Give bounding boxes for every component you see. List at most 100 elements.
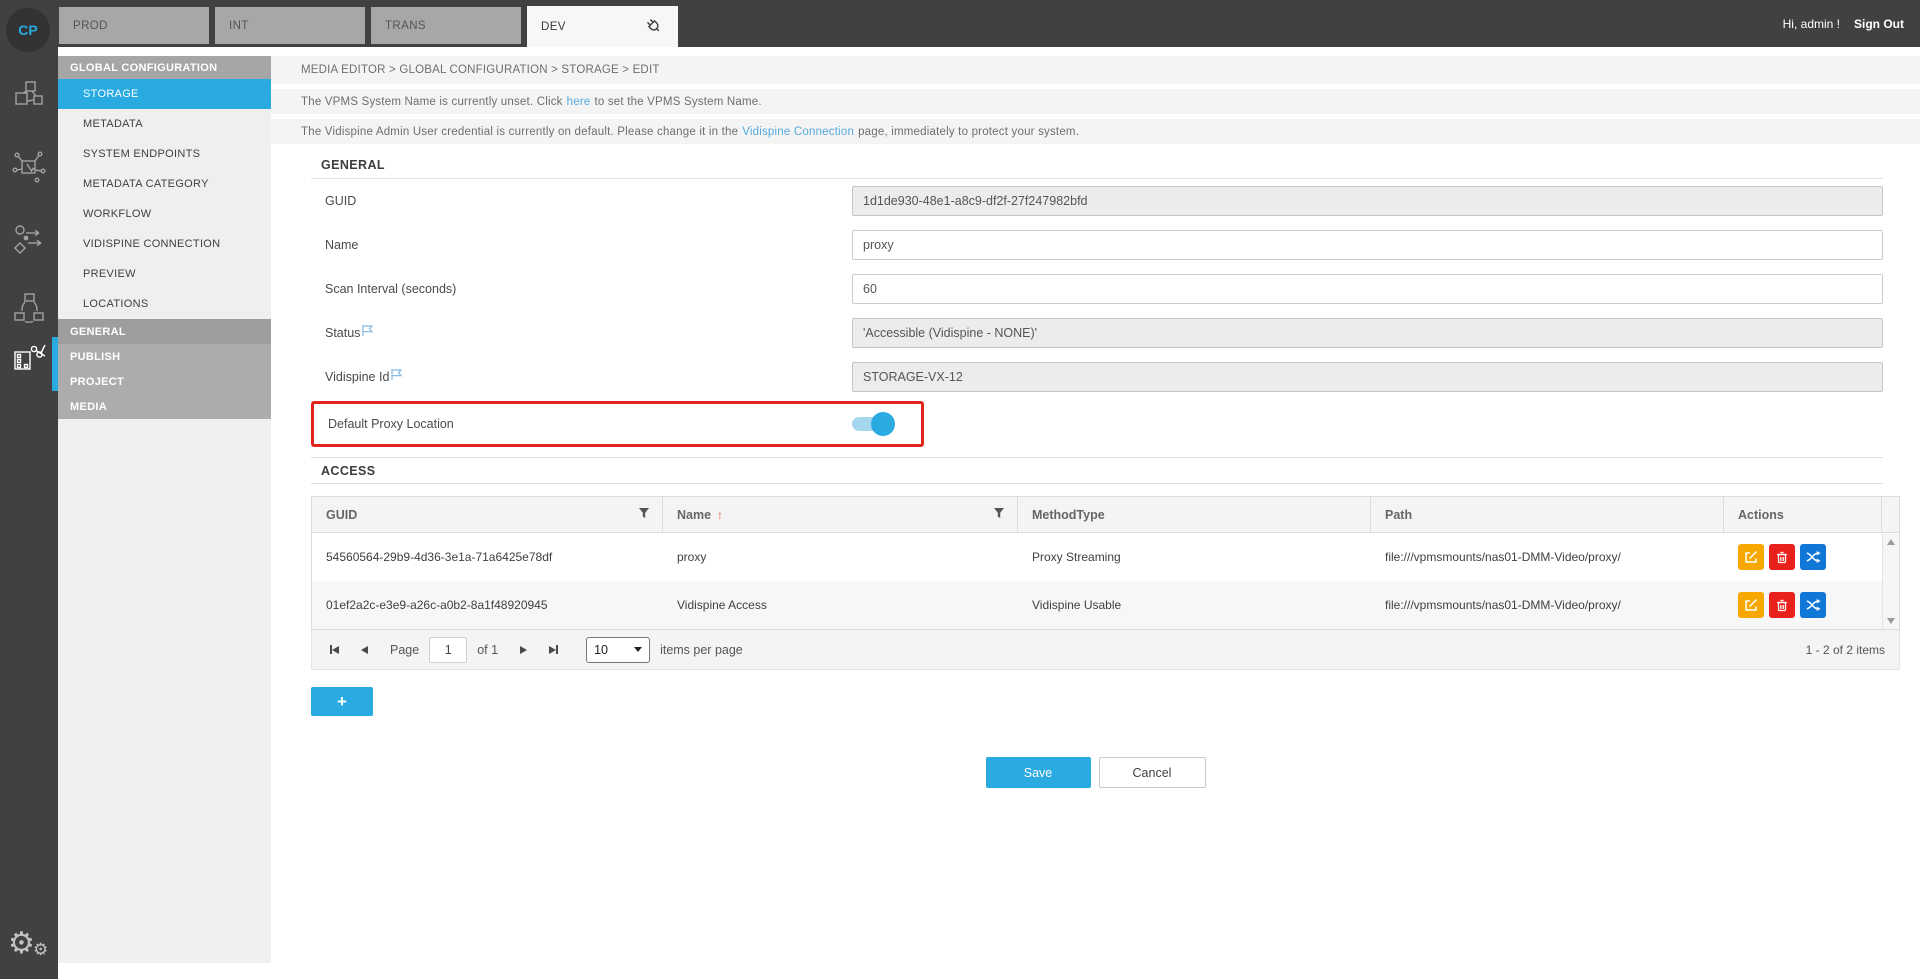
sidenav-item-storage[interactable]: STORAGE	[58, 79, 271, 109]
settings-gears-icon[interactable]: ⚙ ⚙	[6, 920, 54, 966]
sidenav-section-general[interactable]: GENERAL	[58, 319, 271, 344]
next-page-button[interactable]	[520, 645, 528, 654]
general-section-title: GENERAL	[321, 158, 385, 172]
shuffle-row-button[interactable]	[1800, 592, 1826, 618]
sidenav-item-vidispine-connection[interactable]: VIDISPINE CONNECTION	[58, 229, 271, 259]
cancel-button[interactable]: Cancel	[1098, 757, 1206, 788]
scroll-down-icon[interactable]	[1887, 618, 1895, 624]
last-page-button[interactable]	[549, 645, 559, 654]
scroll-up-icon[interactable]	[1887, 539, 1895, 545]
save-button[interactable]: Save	[985, 757, 1091, 788]
cp-logo: CP	[6, 8, 50, 52]
cell-guid: 01ef2a2c-e3e9-a26c-a0b2-8a1f48920945	[326, 598, 548, 612]
tab-trans[interactable]: TRANS	[371, 7, 521, 44]
default-proxy-location-toggle[interactable]	[852, 412, 895, 436]
integration-network-icon[interactable]	[11, 148, 47, 184]
divider	[311, 483, 1883, 484]
edit-row-button[interactable]	[1738, 544, 1764, 570]
sidenav-section-project[interactable]: PROJECT	[58, 369, 271, 394]
sidenav-item-metadata[interactable]: METADATA	[58, 109, 271, 139]
page-number-input[interactable]	[429, 636, 468, 663]
vidispine-id-label: Vidispine Id	[311, 368, 852, 384]
delete-row-button[interactable]	[1769, 544, 1795, 570]
first-page-button[interactable]	[330, 645, 339, 654]
name-label: Name	[325, 238, 359, 252]
column-header-path[interactable]: Path	[1371, 497, 1724, 532]
toggle-knob	[871, 412, 895, 436]
column-header-name[interactable]: Name ↑	[663, 497, 1018, 532]
set-vpms-name-link[interactable]: here	[567, 96, 591, 108]
edit-row-button[interactable]	[1738, 592, 1764, 618]
sidenav-item-preview[interactable]: PREVIEW	[58, 259, 271, 289]
access-section-title: ACCESS	[321, 464, 376, 478]
top-bar: PROD INT TRANS DEV Hi, admin ! Sign Out	[0, 0, 1920, 47]
environment-tabs: PROD INT TRANS DEV	[59, 6, 678, 47]
vidispine-id-flag-icon	[390, 368, 403, 384]
filter-icon[interactable]	[638, 507, 650, 522]
status-field-row: Status	[311, 311, 1883, 355]
cell-methodtype: Proxy Streaming	[1032, 550, 1121, 564]
assets-cubes-icon[interactable]	[11, 77, 47, 113]
sidenav-header-global-configuration: GLOBAL CONFIGURATION	[58, 56, 271, 79]
column-header-guid[interactable]: GUID	[312, 497, 663, 532]
table-row: 54560564-29b9-4d36-3e1a-71a6425e78df pro…	[312, 533, 1899, 581]
plug-icon	[645, 17, 662, 37]
workflow-icon[interactable]	[11, 220, 47, 256]
name-field-row: Name	[311, 223, 1883, 267]
default-proxy-location-highlight: Default Proxy Location	[311, 401, 924, 447]
scan-interval-label: Scan Interval (seconds)	[325, 282, 457, 296]
page-size-select[interactable]: 10	[586, 636, 651, 663]
sidenav-section-publish[interactable]: PUBLISH	[58, 344, 271, 369]
media-editor-icon[interactable]	[11, 340, 47, 376]
cell-name: Vidispine Access	[677, 598, 767, 612]
active-module-indicator	[52, 337, 58, 391]
breadcrumb: MEDIA EDITOR > GLOBAL CONFIGURATION > ST…	[271, 56, 1920, 84]
vidispine-id-field-row: Vidispine Id	[311, 355, 1883, 399]
tab-prod[interactable]: PROD	[59, 7, 209, 44]
access-table: GUID Name ↑ MethodType Path Actions 5456…	[311, 496, 1900, 630]
guid-input[interactable]	[852, 186, 1883, 216]
sort-ascending-icon: ↑	[717, 507, 724, 522]
name-input[interactable]	[852, 230, 1883, 260]
tab-dev[interactable]: DEV	[527, 6, 678, 47]
vidispine-credential-notice: The Vidispine Admin User credential is c…	[271, 119, 1920, 144]
previous-page-button[interactable]	[361, 645, 368, 654]
status-input[interactable]	[852, 318, 1883, 348]
table-scrollbar[interactable]	[1882, 534, 1899, 629]
scan-interval-input[interactable]	[852, 274, 1883, 304]
user-greeting: Hi, admin !	[1782, 16, 1840, 31]
form-actions: Save Cancel	[271, 757, 1920, 788]
add-access-button[interactable]: +	[311, 687, 373, 716]
sidenav-item-metadata-category[interactable]: METADATA CATEGORY	[58, 169, 271, 199]
sidenav-item-locations[interactable]: LOCATIONS	[58, 289, 271, 319]
cell-guid: 54560564-29b9-4d36-3e1a-71a6425e78df	[326, 550, 553, 564]
filter-icon[interactable]	[993, 507, 1005, 522]
vidispine-connection-link[interactable]: Vidispine Connection	[742, 126, 854, 138]
sign-out-link[interactable]: Sign Out	[1854, 17, 1904, 31]
config-sidenav: GLOBAL CONFIGURATION STORAGE METADATA SY…	[58, 56, 271, 963]
main-content: MEDIA EDITOR > GLOBAL CONFIGURATION > ST…	[271, 47, 1920, 979]
access-table-header: GUID Name ↑ MethodType Path Actions	[312, 497, 1899, 533]
delete-row-button[interactable]	[1769, 592, 1795, 618]
sidenav-section-media[interactable]: MEDIA	[58, 394, 271, 419]
table-row: 01ef2a2c-e3e9-a26c-a0b2-8a1f48920945 Vid…	[312, 581, 1899, 629]
vidispine-id-input[interactable]	[852, 362, 1883, 392]
table-pager: Page of 1 10 items per page 1 - 2 of 2 i…	[311, 630, 1900, 670]
sidenav-item-workflow[interactable]: WORKFLOW	[58, 199, 271, 229]
chevron-down-icon	[634, 647, 643, 652]
app-icon-rail: CP ⚙ ⚙	[0, 0, 58, 979]
vpms-name-notice: The VPMS System Name is currently unset.…	[271, 89, 1920, 114]
divider	[311, 457, 1883, 458]
items-range-label: 1 - 2 of 2 items	[1805, 642, 1885, 657]
status-label: Status	[311, 324, 852, 340]
shuffle-row-button[interactable]	[1800, 544, 1826, 570]
distribution-cycle-icon[interactable]	[11, 289, 47, 325]
tab-int[interactable]: INT	[215, 7, 365, 44]
cell-methodtype: Vidispine Usable	[1032, 598, 1122, 612]
default-proxy-location-label: Default Proxy Location	[328, 417, 454, 431]
column-header-methodtype[interactable]: MethodType	[1018, 497, 1371, 532]
status-flag-icon	[361, 324, 374, 340]
guid-label: GUID	[325, 194, 357, 208]
sidenav-item-system-endpoints[interactable]: SYSTEM ENDPOINTS	[58, 139, 271, 169]
items-per-page-label: items per page	[660, 642, 743, 657]
